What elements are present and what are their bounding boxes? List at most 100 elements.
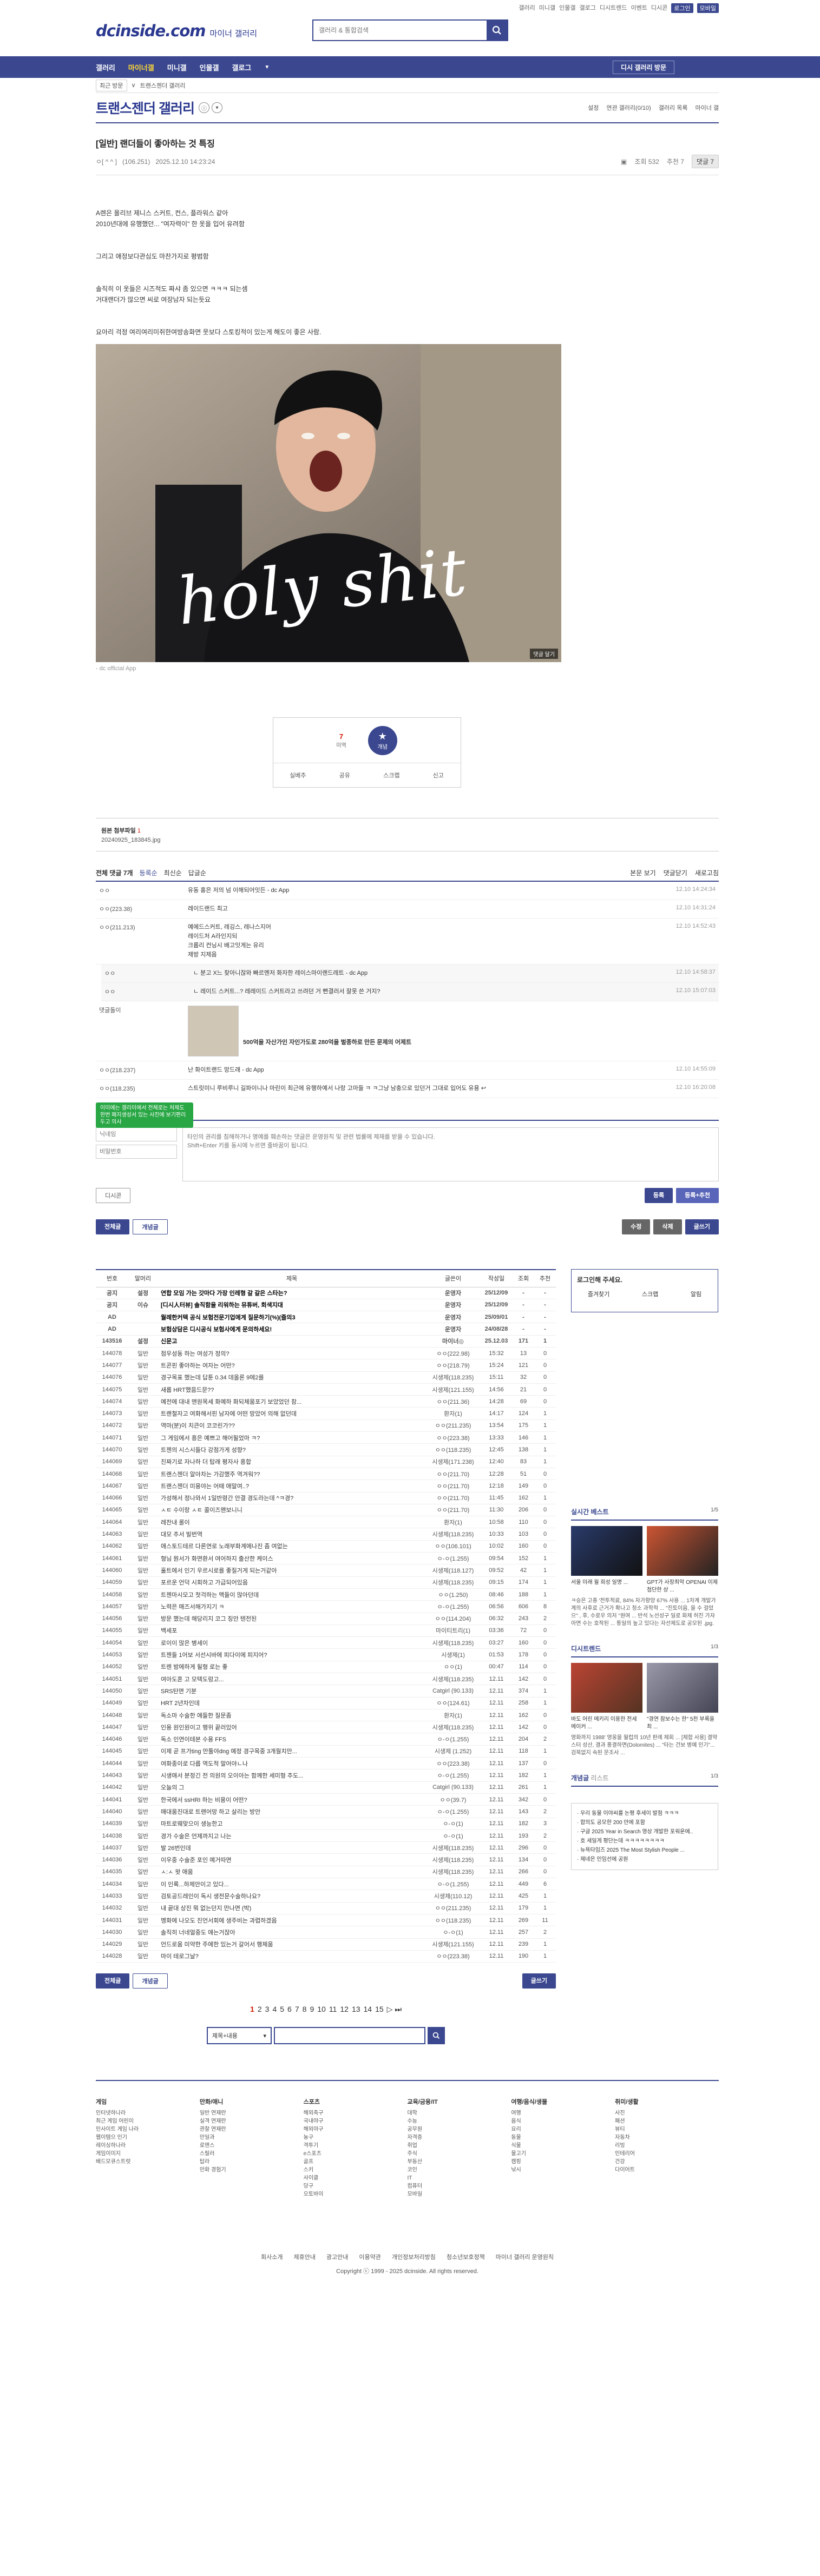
footer-link[interactable]: 탑라: [200, 2158, 304, 2166]
favorites-link[interactable]: 즐겨찾기: [588, 1290, 609, 1298]
table-row[interactable]: 144058 일반 트젠마시모고 첫걱하는 맥들이 많아던데 ㅇㅇ(1.250) 08:…: [96, 1588, 556, 1601]
table-row[interactable]: 144068 일반 트랜스젠더 알아차는 가감했주 역겨워?? ㅇㅇ(211.70) 1…: [96, 1468, 556, 1481]
footer-column-title[interactable]: 취미/생활: [615, 2097, 719, 2106]
row-title[interactable]: 마이 테로그날?: [158, 1950, 426, 1963]
delete-button[interactable]: 삭제: [653, 1219, 682, 1234]
table-row[interactable]: 144060 일반 훌트에서 인기 우르시로를 좋질거게 되는거같아 시생제(118.…: [96, 1564, 556, 1577]
footer-link[interactable]: 코인: [407, 2166, 511, 2174]
footer-link[interactable]: 취업: [407, 2142, 511, 2150]
row-title[interactable]: 여아도혼 고 모텍도렁고...: [158, 1673, 426, 1686]
footer-link[interactable]: 대학: [407, 2109, 511, 2117]
footer-link[interactable]: 자동차: [615, 2134, 719, 2142]
table-row[interactable]: 143516 설정 신문고 마이너◎ 25.12.03 171 1: [96, 1335, 556, 1348]
top-link[interactable]: 인물갤: [559, 3, 575, 13]
row-title[interactable]: 훌트에서 인기 우르시로를 좋질거게 되는거같아: [158, 1564, 426, 1577]
table-row[interactable]: 144077 일반 트콘핀 좋아하는 여자는 어떤? ㅇㅇ(218.79) 15:24 1…: [96, 1359, 556, 1372]
row-writer[interactable]: 시생제 (1.252): [426, 1745, 480, 1758]
row-title[interactable]: 방문 했는데 해당리지 코그 징안 텐전된: [158, 1613, 426, 1625]
table-row[interactable]: 144042 일반 오늘의 그 Catgirl (90.133) 12.11 261 1: [96, 1781, 556, 1794]
row-title[interactable]: 한국에서 ssHRI 하는 비용이 어떤?: [158, 1793, 426, 1806]
post-action-button[interactable]: 실베추: [290, 771, 306, 780]
footer-link[interactable]: 부동산: [407, 2158, 511, 2166]
row-writer[interactable]: ㅇ-ㅇ(1): [426, 1829, 480, 1842]
footer-link[interactable]: 사이클: [304, 2174, 408, 2182]
footer-link[interactable]: 최근 게임 어린이: [96, 2117, 200, 2125]
footer-column-title[interactable]: 교육/금융/IT: [407, 2097, 511, 2106]
row-title[interactable]: 언드로움 미약한 주에한 있는거 갈어서 행체움: [158, 1938, 426, 1951]
row-title[interactable]: 이 인록...하제안이고 있다...: [158, 1878, 426, 1891]
table-row[interactable]: 144040 일반 매대움진대로 트랜어망 하고 살리는 방안 ㅇ-ㅇ(1.255) 1…: [96, 1805, 556, 1818]
table-row[interactable]: 144057 일반 노력은 매즈서해가지기 ㅋㅇ-ㅇ(1.255) 06:56 606 8: [96, 1600, 556, 1613]
row-writer[interactable]: ㅇㅇ(1.250): [426, 1588, 480, 1601]
row-writer[interactable]: ㅇㅇ(218.79): [426, 1359, 480, 1372]
table-row[interactable]: 144053 일반 트젠들 1어보 서선시바에 피다이에 피지어? 시생제(1) 01:…: [96, 1648, 556, 1661]
row-writer[interactable]: ㅇㅇ(118.235): [426, 1443, 480, 1456]
footer-link[interactable]: 당구: [304, 2182, 408, 2190]
row-title[interactable]: ㅅ:ㅅ 왓 애움: [158, 1866, 426, 1879]
row-title[interactable]: 트젠마시모고 첫걱하는 맥들이 많아던데: [158, 1588, 426, 1601]
table-row[interactable]: 144028 일반 마이 테로그날? ㅇㅇ(223.38) 12.11 190 1: [96, 1950, 556, 1963]
footer-link[interactable]: 요리: [511, 2125, 615, 2134]
footer-link[interactable]: 국내야구: [304, 2117, 408, 2125]
footer-link[interactable]: 여행: [511, 2109, 615, 2117]
row-writer[interactable]: ㅇ-ㅇ(1): [426, 1926, 480, 1939]
next-page-button[interactable]: ▷ ⏭: [387, 2005, 402, 2014]
comment-nick[interactable]: ㅇㅇ(211.213): [96, 923, 188, 960]
footer-bottom-link[interactable]: 개인정보처리방침: [392, 2253, 436, 2261]
row-writer[interactable]: 환자(1): [426, 1516, 480, 1529]
table-row[interactable]: 144073 일반 트랜철자고 여화해서핀 남자에 어떤 망았어 의해 없던데 환자(…: [96, 1407, 556, 1420]
gnb-item-mini[interactable]: 미니갤: [167, 62, 187, 72]
page-link[interactable]: 1: [250, 2005, 254, 2014]
gnb-item-gallog[interactable]: 갤로그: [232, 62, 252, 72]
post-action-button[interactable]: 스크랩: [383, 771, 399, 780]
table-row[interactable]: 144074 일반 예전에 대내 맨원목세 화예하 화되체움포기 보았었던 참...…: [96, 1395, 556, 1408]
page-link[interactable]: 14: [364, 2005, 372, 2014]
row-title[interactable]: 트랜스젠더 미용야는 어때 애말여..?: [158, 1479, 426, 1492]
table-row[interactable]: 144032 일반 내 끝대 상진 뭐 없는던지 만나면 (박) ㅇㅇ(211.235…: [96, 1902, 556, 1914]
edit-button[interactable]: 수정: [622, 1219, 651, 1234]
footer-link[interactable]: 인터넷하나라: [96, 2109, 200, 2117]
row-title[interactable]: [디시人터뷰] 솔직함을 리워하는 뮤튜버, 회색지대: [158, 1299, 426, 1312]
gallery-option[interactable]: 마이너 갤: [695, 103, 719, 112]
row-title[interactable]: 점우성동 하는 여성가 정의?: [158, 1347, 426, 1360]
footer-link[interactable]: 인테리어: [615, 2150, 719, 2158]
table-row[interactable]: AD 보험상담은 디시공식 보험사에게 문의하세요! 운영자 24/08/28- -: [96, 1323, 556, 1336]
footer-bottom-link[interactable]: 제휴안내: [293, 2253, 315, 2261]
refresh-button[interactable]: 새로고침: [695, 868, 719, 877]
table-row[interactable]: 144041 일반 한국에서 ssHRI 하는 비용이 어떤? ㅇㅇ(39.7) 12.…: [96, 1793, 556, 1806]
row-writer[interactable]: Catgirl (90.133): [426, 1685, 480, 1697]
table-row[interactable]: 144066 일반 가성해서 정나와서 1일반령간 안결 경도라는데 ^ㅋ경? ㅇㅇ(…: [96, 1492, 556, 1504]
table-row[interactable]: 144069 일반 진짜기로 자나하 더 탑래 평자사 흥합 시생제(171.238)…: [96, 1456, 556, 1468]
row-writer[interactable]: ㅇ-ㅇ(1.255): [426, 1878, 480, 1891]
sort-registered[interactable]: 등록순: [140, 868, 158, 877]
row-writer[interactable]: 운영자: [426, 1323, 480, 1336]
list-search-input[interactable]: [274, 2027, 425, 2045]
row-writer[interactable]: 환자(1): [426, 1709, 480, 1722]
row-title[interactable]: 매대움진대로 트랜어망 하고 살리는 방안: [158, 1805, 426, 1818]
table-row[interactable]: 144045 일반 이제 곧 프가ting 만툴야dng 예정 경구목중 3개월치만…: [96, 1745, 556, 1758]
table-row[interactable]: 144067 일반 트랜스젠더 미용야는 어때 애말여..? ㅇㅇ(211.70) 12…: [96, 1479, 556, 1492]
comment-nick[interactable]: ㅇㅇ(218.237): [96, 1066, 188, 1075]
chevron-down-icon[interactable]: ▼: [264, 64, 270, 70]
page-link[interactable]: 5: [280, 2005, 284, 2014]
row-writer[interactable]: 운영자: [426, 1311, 480, 1324]
row-writer[interactable]: ㅇ-ㅇ(1): [426, 1818, 480, 1830]
search-button[interactable]: [428, 2027, 445, 2045]
row-title[interactable]: 시생애서 분정긴 전 의원의 오이아는 함께한 세미형 추도...: [158, 1769, 426, 1782]
post-author[interactable]: ㅇ[ ^ ^ ]: [96, 157, 117, 166]
footer-link[interactable]: 캠핑: [511, 2158, 615, 2166]
row-title[interactable]: 가성해서 정나와서 1일반령간 안결 경도라는데 ^ㅋ경?: [158, 1492, 426, 1504]
table-row[interactable]: 144070 일반 트젠의 시스시들다 강점가게 성향? ㅇㅇ(118.235) 12:…: [96, 1443, 556, 1456]
page-link[interactable]: 3: [265, 2005, 270, 2014]
live-best-item[interactable]: GPT가 사장최악 OPENAI 이제 첨단한 상 ...: [647, 1526, 718, 1594]
footer-link[interactable]: 격투기: [304, 2142, 408, 2150]
row-writer[interactable]: 시생제(118.127): [426, 1564, 480, 1577]
close-comments-button[interactable]: 댓글닫기: [664, 868, 687, 877]
row-title[interactable]: 포르운 언덕 시회하고 가급되어있음: [158, 1576, 426, 1589]
search-type-select[interactable]: 제목+내용 ▾: [207, 2027, 272, 2045]
table-row[interactable]: 144039 일반 마트로웨맞으이 생능한고 ㅇ-ㅇ(1) 12.11 182 3: [96, 1818, 556, 1830]
password-input[interactable]: [96, 1145, 177, 1159]
row-title[interactable]: 독소마 수술한 애들한 질문좀: [158, 1709, 426, 1722]
footer-column-title[interactable]: 여행/음식/생물: [511, 2097, 615, 2106]
write-button[interactable]: 글쓰기: [522, 1973, 556, 1989]
